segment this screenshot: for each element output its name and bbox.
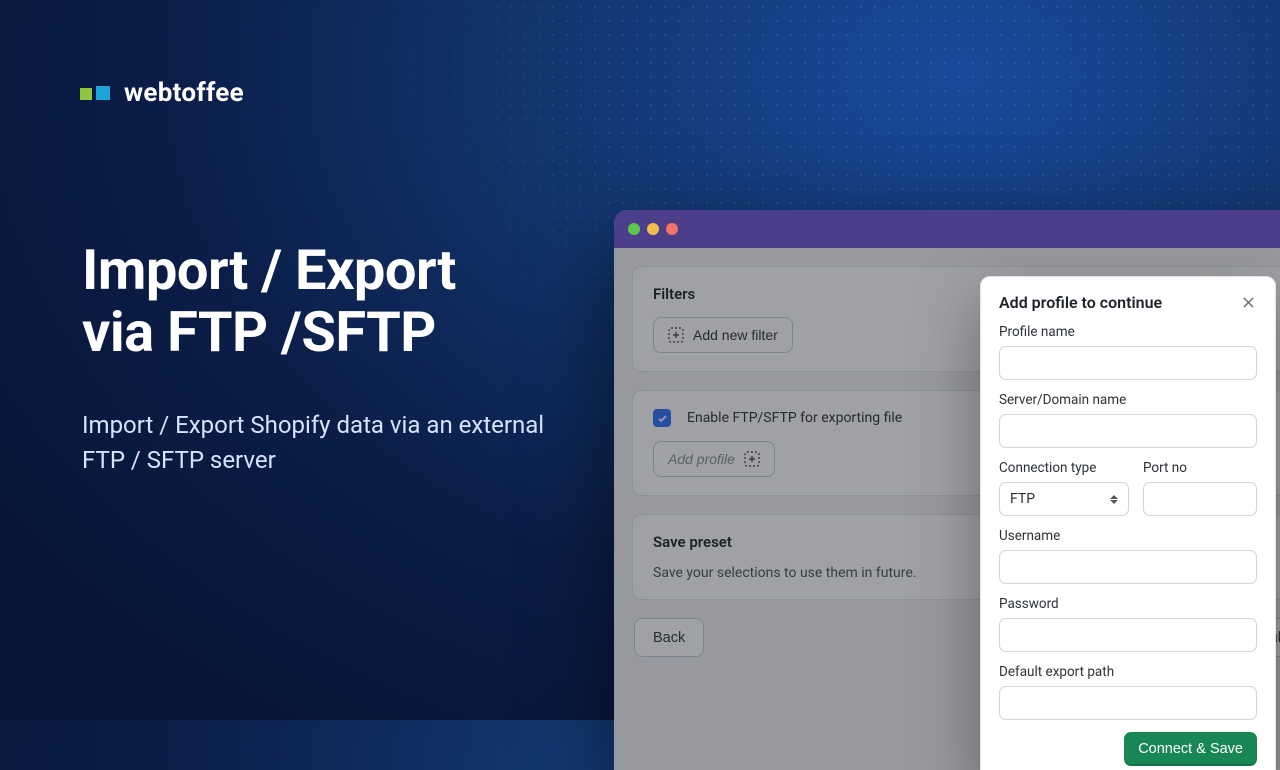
app-body: Filters Add new filter Enable FTP/SFTP f… (614, 248, 1280, 770)
window-dot-green (628, 223, 640, 235)
add-profile-modal: Add profile to continue Profile name Ser… (980, 276, 1276, 770)
label-connection-type: Connection type (999, 460, 1129, 476)
label-password: Password (999, 596, 1257, 612)
hero-title-line1: Import / Export (82, 237, 456, 303)
connect-save-button[interactable]: Connect & Save (1124, 732, 1257, 766)
window-dot-red (666, 223, 678, 235)
field-connection-type: Connection type FTP (999, 460, 1129, 516)
field-profile-name: Profile name (999, 324, 1257, 380)
field-default-export-path: Default export path (999, 664, 1257, 720)
label-port-no: Port no (1143, 460, 1257, 476)
connection-type-select[interactable]: FTP (999, 482, 1129, 516)
modal-title: Add profile to continue (999, 293, 1162, 312)
password-input[interactable] (999, 618, 1257, 652)
label-default-export-path: Default export path (999, 664, 1257, 680)
app-window: Filters Add new filter Enable FTP/SFTP f… (614, 210, 1280, 770)
brand-name: webtoffee (124, 78, 244, 108)
server-domain-input[interactable] (999, 414, 1257, 448)
window-titlebar (614, 210, 1280, 248)
chevron-sort-icon (1110, 495, 1118, 504)
connection-type-value: FTP (1010, 491, 1035, 507)
field-port-no: Port no (1143, 460, 1257, 516)
username-input[interactable] (999, 550, 1257, 584)
profile-name-input[interactable] (999, 346, 1257, 380)
label-profile-name: Profile name (999, 324, 1257, 340)
window-dot-yellow (647, 223, 659, 235)
field-username: Username (999, 528, 1257, 584)
port-no-input[interactable] (1143, 482, 1257, 516)
hero-subtitle: Import / Export Shopify data via an exte… (82, 408, 562, 478)
label-server-domain: Server/Domain name (999, 392, 1257, 408)
label-username: Username (999, 528, 1257, 544)
field-server-domain: Server/Domain name (999, 392, 1257, 448)
default-export-path-input[interactable] (999, 686, 1257, 720)
close-icon[interactable] (1239, 294, 1257, 312)
brand-logo: webtoffee (80, 78, 244, 108)
brand-logo-mark (80, 86, 110, 100)
field-password: Password (999, 596, 1257, 652)
hero-headline: Import / Export via FTP /SFTP (82, 240, 456, 363)
hero-title-line2: via FTP /SFTP (82, 299, 436, 365)
